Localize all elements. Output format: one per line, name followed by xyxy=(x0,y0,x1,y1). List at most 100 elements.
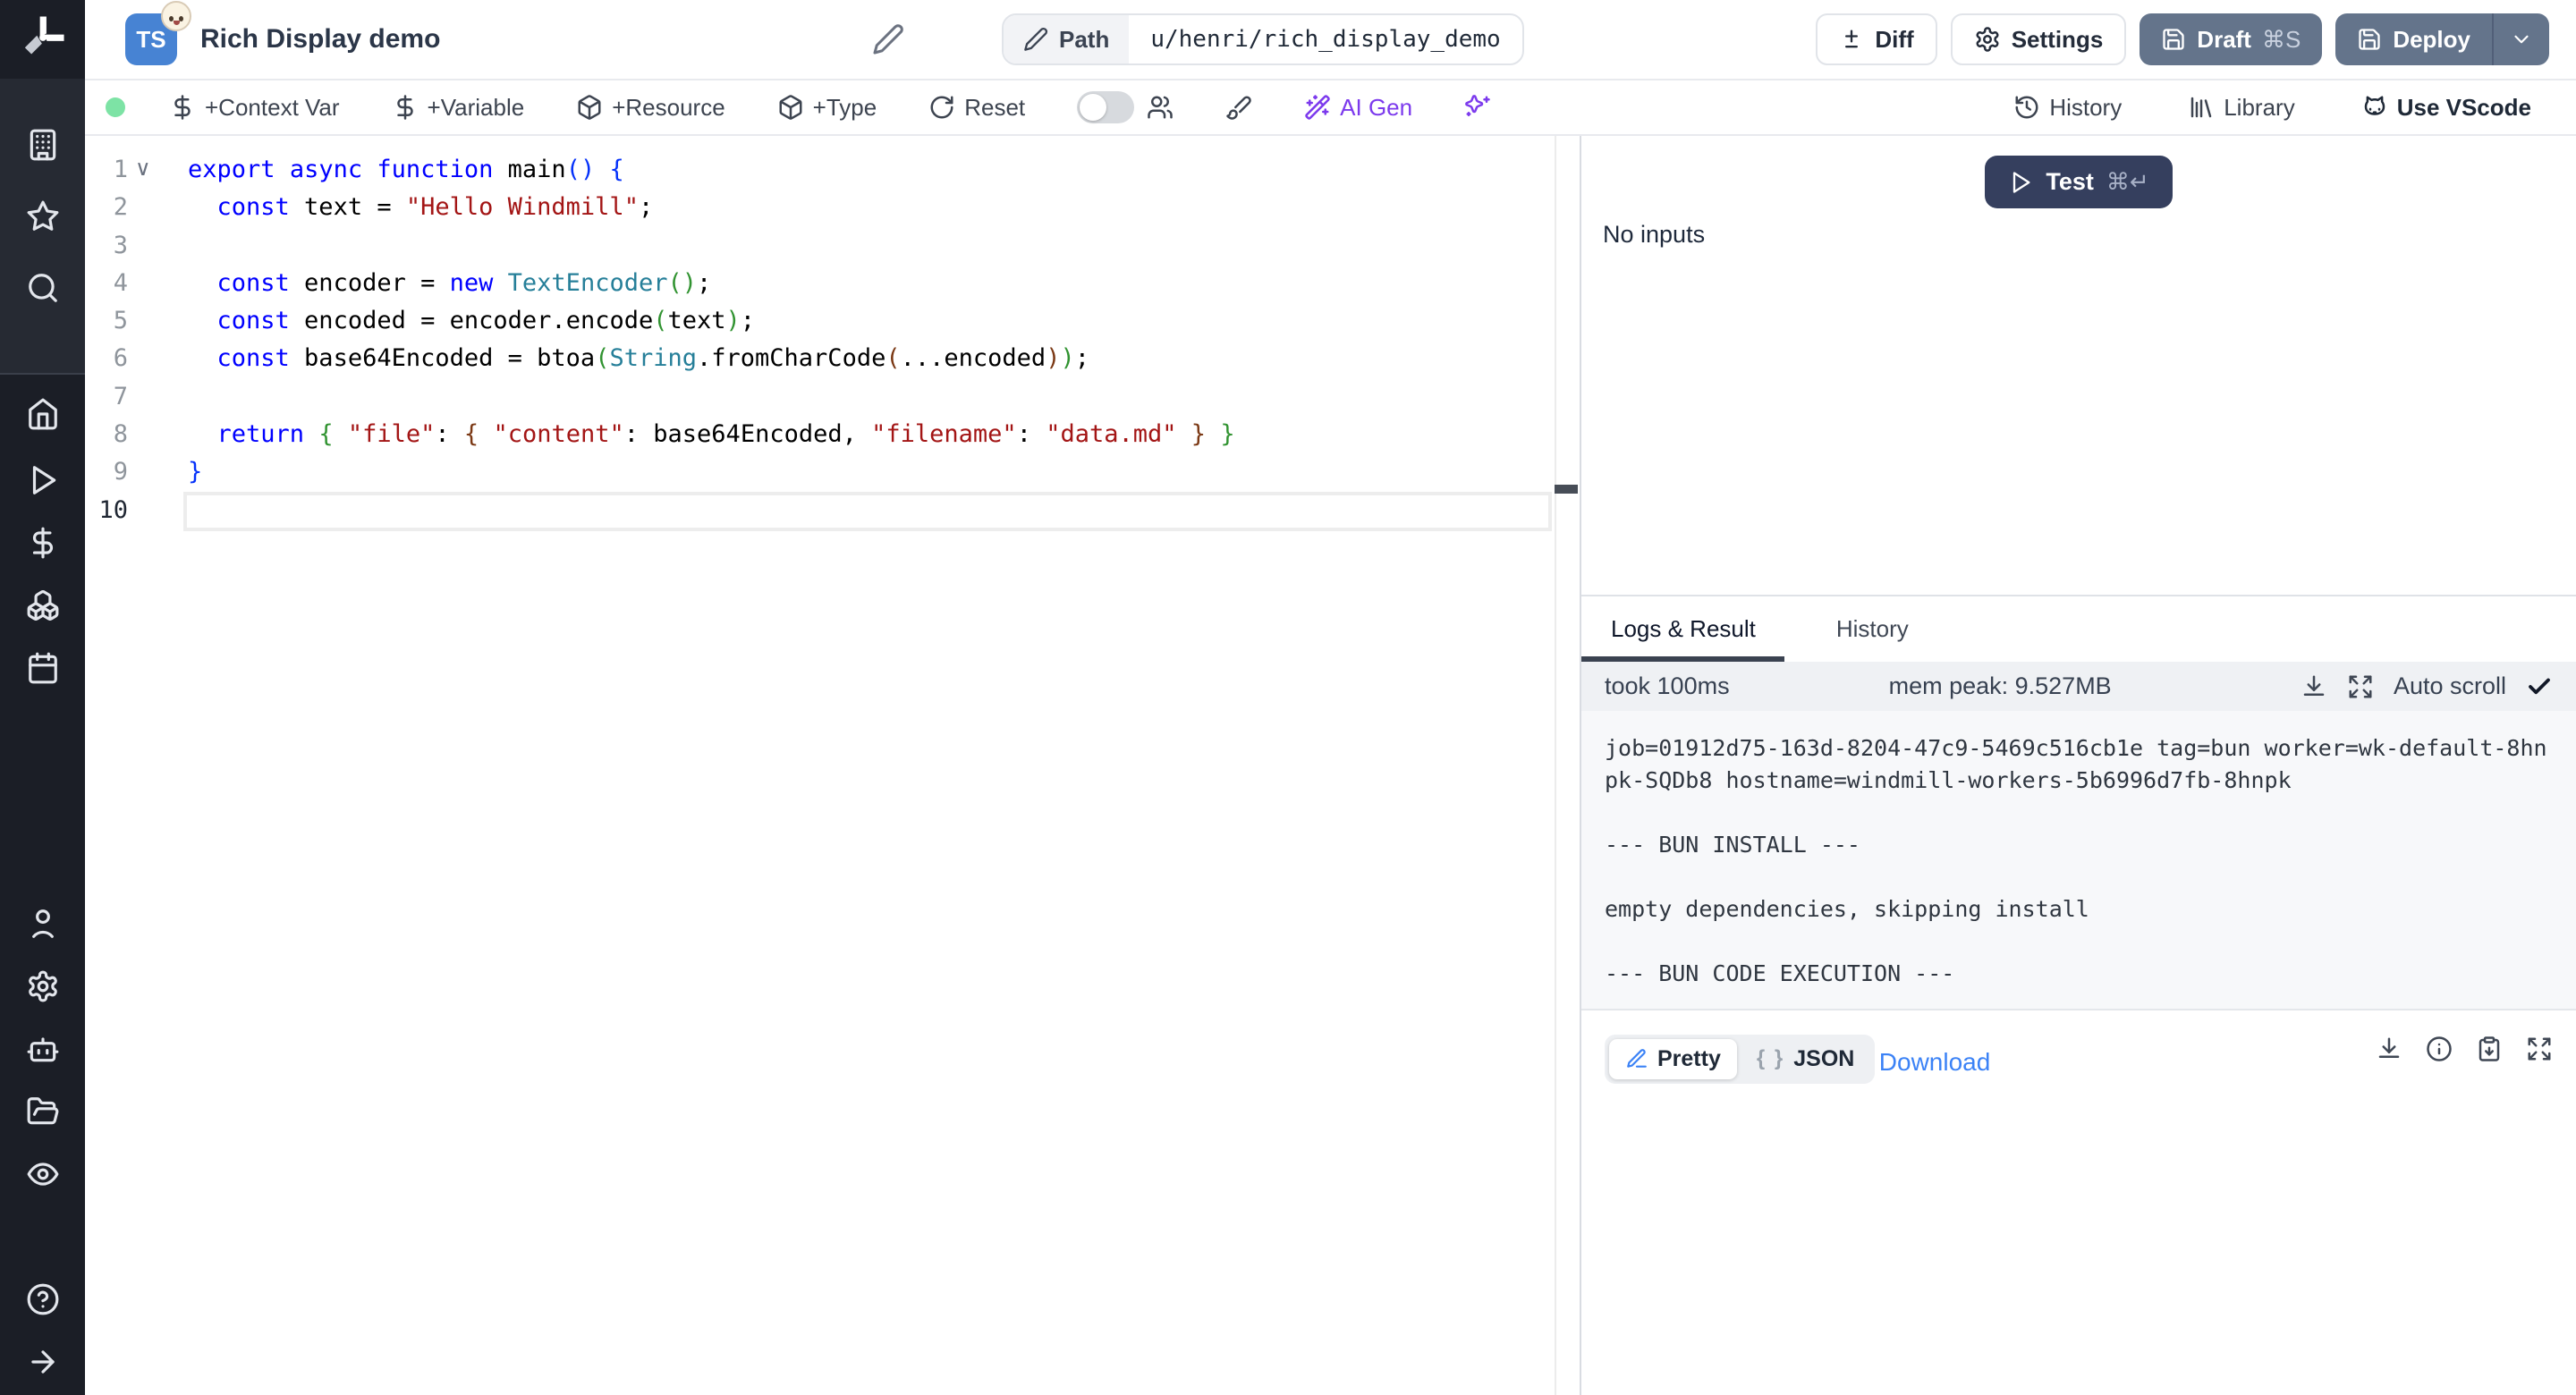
edit-summary-pencil-icon[interactable] xyxy=(872,23,904,60)
result-area: Pretty { } JSON xyxy=(1581,1009,2576,1395)
editor-toolbar: +Context Var +Variable +Resource +Type R… xyxy=(85,80,2576,136)
line-number: 4 xyxy=(85,265,128,302)
home-icon[interactable] xyxy=(0,388,85,440)
deploy-button[interactable]: Deploy xyxy=(2335,13,2492,65)
info-icon[interactable] xyxy=(2426,1036,2453,1062)
add-variable-label: +Variable xyxy=(428,94,525,122)
code-line-2[interactable]: 2 const text = "Hello Windmill"; xyxy=(85,189,1580,226)
favorites-star-icon[interactable] xyxy=(0,190,85,242)
run-meta-bar: took 100ms mem peak: 9.527MB Auto scroll xyxy=(1581,662,2576,711)
add-resource-button[interactable]: +Resource xyxy=(576,94,724,122)
download-link[interactable]: Download xyxy=(1879,1048,1991,1077)
runs-play-icon[interactable] xyxy=(0,454,85,506)
code-line-6[interactable]: 6 const base64Encoded = btoa(String.from… xyxy=(85,340,1580,377)
code-line-3[interactable]: 3 xyxy=(85,227,1580,265)
draft-button-label: Draft xyxy=(2197,26,2251,54)
diff-button[interactable]: Diff xyxy=(1816,13,1936,65)
app-window: TS Rich Display demo Path u/henri/rich_d… xyxy=(0,0,2576,1395)
tab-logs-result[interactable]: Logs & Result xyxy=(1611,615,1756,643)
variables-dollar-icon[interactable] xyxy=(0,517,85,569)
expand-sidebar-arrow-icon[interactable] xyxy=(0,1336,85,1388)
line-number: 3 xyxy=(85,227,128,265)
code-line-4[interactable]: 4 const encoder = new TextEncoder(); xyxy=(85,265,1580,302)
add-context-var-label: +Context Var xyxy=(205,94,340,122)
line-number: 8 xyxy=(85,416,128,453)
path-edit-button[interactable]: Path xyxy=(1004,15,1129,63)
test-button[interactable]: Test ⌘↵ xyxy=(1985,156,2172,208)
expand-result-icon[interactable] xyxy=(2526,1036,2553,1062)
fold-chevron-icon[interactable]: ∨ xyxy=(135,151,151,189)
windmill-logo-icon[interactable] xyxy=(0,13,85,63)
resources-boxes-icon[interactable] xyxy=(0,579,85,631)
library-button[interactable]: Library xyxy=(2188,94,2294,122)
add-context-var-button[interactable]: +Context Var xyxy=(169,94,340,122)
braces-icon: { } xyxy=(1757,1046,1784,1071)
path-value[interactable]: u/henri/rich_display_demo xyxy=(1129,15,1521,63)
run-duration: took 100ms xyxy=(1605,672,1730,700)
code-line-8[interactable]: 8 return { "file": { "content": base64En… xyxy=(85,416,1580,453)
test-button-label: Test xyxy=(2046,168,2094,196)
deploy-split-button: Deploy xyxy=(2335,13,2549,65)
users-person-icon[interactable] xyxy=(0,898,85,950)
sidebar-divider xyxy=(0,373,85,375)
add-type-button[interactable]: +Type xyxy=(777,94,877,122)
expand-logs-icon[interactable] xyxy=(2347,673,2374,700)
download-result-icon[interactable] xyxy=(2376,1036,2402,1062)
code-line-7[interactable]: 7 xyxy=(85,378,1580,416)
json-view-button[interactable]: { } JSON xyxy=(1741,1039,1870,1079)
line-number: 1 xyxy=(85,151,128,189)
pretty-view-label: Pretty xyxy=(1657,1046,1721,1072)
line-number: 2 xyxy=(85,189,128,226)
auto-scroll-label: Auto scroll xyxy=(2394,672,2506,700)
use-vscode-label: Use VScode xyxy=(2397,94,2531,122)
line-number: 6 xyxy=(85,340,128,377)
logs-output[interactable]: job=01912d75-163d-8204-47c9-5469c516cb1e… xyxy=(1581,711,2576,1009)
editor-cursor-overview-marker xyxy=(1555,485,1578,494)
log-text: job=01912d75-163d-8204-47c9-5469c516cb1e… xyxy=(1605,732,2553,990)
workers-robot-icon[interactable] xyxy=(0,1023,85,1075)
sparkles-button[interactable] xyxy=(1464,94,1491,121)
draft-button[interactable]: Draft ⌘S xyxy=(2140,13,2322,65)
ai-gen-button[interactable]: AI Gen xyxy=(1304,94,1412,122)
json-view-label: JSON xyxy=(1793,1046,1854,1072)
code-line-1[interactable]: 1∨export async function main() { xyxy=(85,151,1580,189)
format-brush-button[interactable] xyxy=(1225,94,1252,121)
reset-button[interactable]: Reset xyxy=(928,94,1025,122)
workspace-building-icon[interactable] xyxy=(0,119,85,171)
deploy-button-label: Deploy xyxy=(2393,26,2470,54)
no-inputs-text: No inputs xyxy=(1603,221,1705,249)
download-logs-icon[interactable] xyxy=(2301,673,2327,700)
add-resource-label: +Resource xyxy=(612,94,724,122)
code-line-5[interactable]: 5 const encoded = encoder.encode(text); xyxy=(85,302,1580,340)
settings-gear-icon[interactable] xyxy=(0,960,85,1012)
line-number: 10 xyxy=(85,492,128,529)
active-tab-underline xyxy=(1581,656,1784,662)
add-variable-button[interactable]: +Variable xyxy=(392,94,525,122)
use-vscode-button[interactable]: Use VScode xyxy=(2361,94,2531,122)
path-control[interactable]: Path u/henri/rich_display_demo xyxy=(1002,13,1524,65)
help-circle-icon[interactable] xyxy=(0,1273,85,1325)
schedules-calendar-icon[interactable] xyxy=(0,642,85,694)
settings-button[interactable]: Settings xyxy=(1951,13,2127,65)
left-sidebar xyxy=(0,0,85,1395)
results-section: Logs & Result History took 100ms mem pea… xyxy=(1581,595,2576,1395)
typescript-badge-label: TS xyxy=(136,26,165,54)
editor-overview-ruler-line xyxy=(1555,136,1556,1395)
pretty-view-button[interactable]: Pretty xyxy=(1609,1039,1737,1079)
code-editor[interactable]: 1∨export async function main() {2 const … xyxy=(85,136,1580,1395)
settings-button-label: Settings xyxy=(2012,26,2104,54)
code-line-10[interactable]: 10 xyxy=(85,492,1580,529)
folders-icon[interactable] xyxy=(0,1086,85,1137)
tab-history[interactable]: History xyxy=(1836,615,1909,643)
code-line-9[interactable]: 9} xyxy=(85,453,1580,491)
history-label: History xyxy=(2049,94,2122,122)
copy-result-clipboard-icon[interactable] xyxy=(2476,1036,2503,1062)
auto-scroll-check-icon[interactable] xyxy=(2526,673,2553,700)
collaboration-toggle[interactable] xyxy=(1077,91,1134,123)
history-button[interactable]: History xyxy=(2013,94,2122,122)
audit-eye-icon[interactable] xyxy=(0,1148,85,1200)
search-icon[interactable] xyxy=(0,262,85,314)
result-view-switch: Pretty { } JSON xyxy=(1605,1035,1875,1084)
deploy-dropdown-caret[interactable] xyxy=(2494,13,2549,65)
page-title: Rich Display demo xyxy=(200,24,440,55)
